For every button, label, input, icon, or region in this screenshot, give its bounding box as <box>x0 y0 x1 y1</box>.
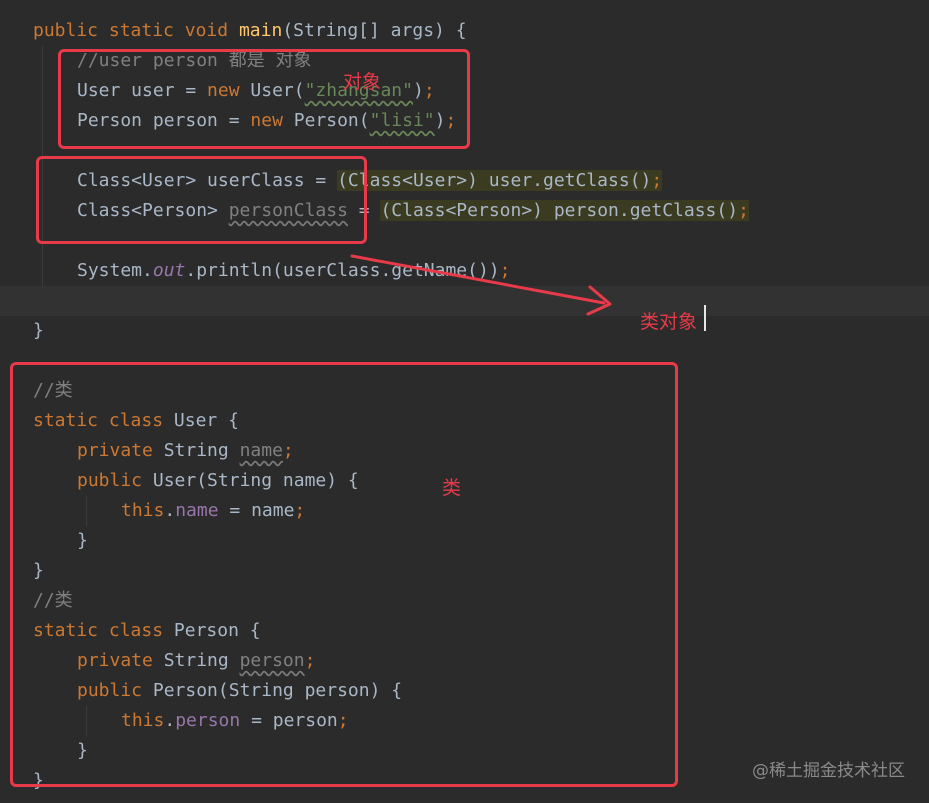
annotation-arrow <box>350 254 612 316</box>
watermark: @稀土掘金技术社区 <box>752 761 905 781</box>
